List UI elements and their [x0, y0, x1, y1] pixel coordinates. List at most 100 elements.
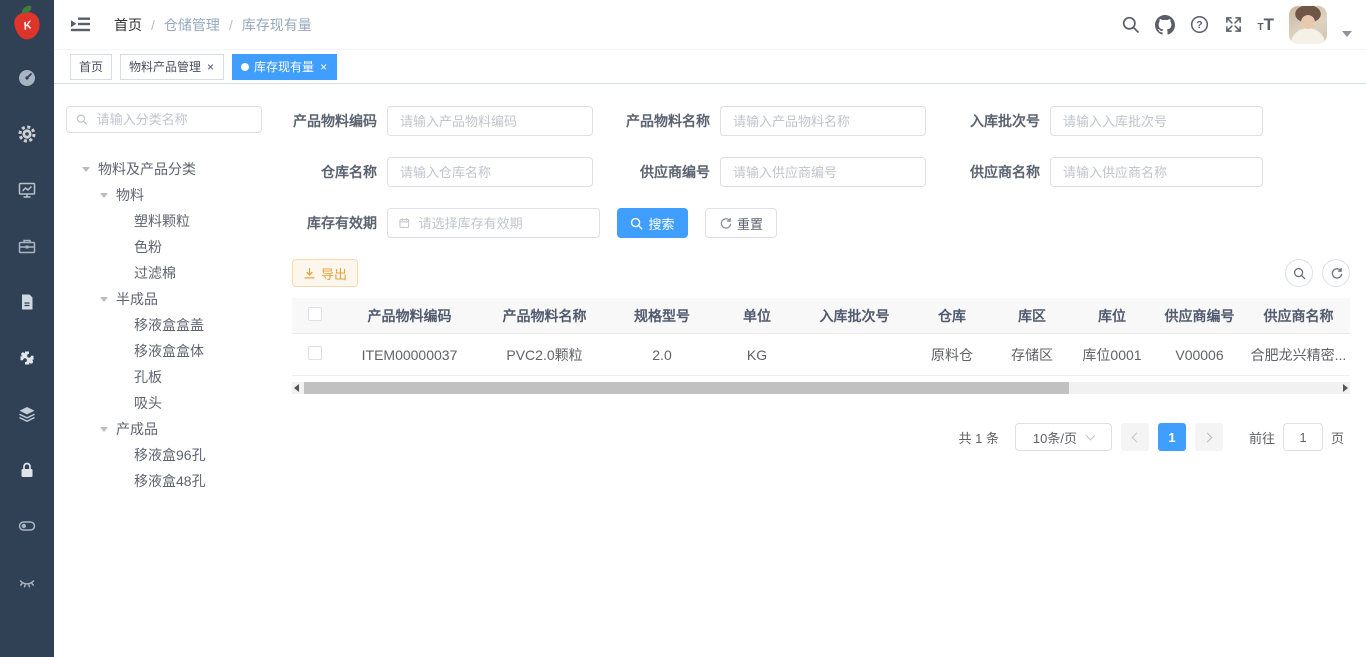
filter-input-name[interactable]: [731, 113, 915, 130]
sidebar-item-monitor[interactable]: [0, 162, 54, 218]
tree-item-root[interactable]: 物料及产品分类: [66, 156, 278, 182]
current-page-button[interactable]: 1: [1158, 423, 1186, 451]
caret-down-icon[interactable]: [1342, 31, 1352, 37]
tree-item[interactable]: 移液盒96孔: [66, 442, 278, 468]
work-area: 产品物料编码 产品物料名称 入库批次号 仓库名称 供应商编号 供应商名称 库: [278, 106, 1350, 657]
header-search-button[interactable]: [1121, 15, 1140, 34]
column-header[interactable]: 产品物料编码: [337, 306, 482, 326]
close-icon[interactable]: ×: [319, 61, 328, 73]
filter-input-supplier-code[interactable]: [731, 164, 915, 181]
github-link[interactable]: [1155, 15, 1175, 35]
tree-item-material[interactable]: 物料: [66, 182, 278, 208]
strawberry-logo-icon: K: [12, 9, 43, 41]
font-size-button[interactable]: TT: [1258, 16, 1275, 33]
prev-page-button[interactable]: [1121, 423, 1149, 451]
fullscreen-button[interactable]: [1224, 15, 1243, 34]
sidebar-item-briefcase[interactable]: [0, 218, 54, 274]
tree-item-label: 过滤棉: [134, 263, 176, 283]
tree-item-label: 色粉: [134, 237, 162, 257]
tree-item[interactable]: 孔板: [66, 364, 278, 390]
refresh-table-button[interactable]: [1322, 259, 1350, 287]
filter-label: 产品物料编码: [278, 111, 377, 131]
select-all-checkbox[interactable]: [308, 307, 322, 321]
filter-field-supplier-code: [720, 157, 926, 187]
tree-item[interactable]: 移液盒盒盖: [66, 312, 278, 338]
column-header[interactable]: 库区: [992, 306, 1072, 326]
sidebar-item-layers[interactable]: [0, 386, 54, 442]
tab-home[interactable]: 首页: [70, 54, 112, 80]
search-icon: [1293, 267, 1306, 280]
page-size-select[interactable]: 10条/页: [1015, 423, 1112, 451]
tree-item[interactable]: 色粉: [66, 234, 278, 260]
breadcrumb-separator: /: [151, 17, 155, 33]
filter-input-batch[interactable]: [1061, 113, 1252, 130]
tree-item-semifinished[interactable]: 半成品: [66, 286, 278, 312]
sidebar-item-lock[interactable]: [0, 442, 54, 498]
search-icon: [1121, 15, 1140, 34]
sidebar-item-document[interactable]: [0, 274, 54, 330]
active-dot-icon: [241, 63, 249, 71]
filter-input-warehouse[interactable]: [398, 164, 582, 181]
tree-item[interactable]: 移液盒48孔: [66, 468, 278, 494]
scroll-right-arrow-icon[interactable]: [1343, 384, 1348, 392]
briefcase-icon: [17, 236, 37, 256]
filter-input-supplier-name[interactable]: [1061, 164, 1252, 181]
cell-supplier-name: 合肥龙兴精密...: [1247, 345, 1350, 365]
horizontal-scrollbar[interactable]: [292, 382, 1350, 394]
top-navbar: 首页 / 仓储管理 / 库存现有量 ? TT: [54, 0, 1366, 50]
calendar-icon: [398, 216, 411, 230]
toggle-icon: [17, 516, 37, 536]
help-button[interactable]: ?: [1190, 15, 1209, 34]
sidebar-item-puzzle[interactable]: [0, 330, 54, 386]
goto-page-input[interactable]: [1283, 423, 1323, 451]
breadcrumb-warehouse: 仓储管理: [164, 15, 220, 35]
filter-input-code[interactable]: [398, 113, 582, 130]
filter-field-warehouse: [387, 157, 593, 187]
tree-search-input[interactable]: [95, 111, 252, 128]
column-header[interactable]: 单位: [717, 306, 797, 326]
close-icon[interactable]: ×: [206, 61, 215, 73]
breadcrumb-current: 库存现有量: [242, 15, 312, 35]
app-logo[interactable]: K: [0, 0, 54, 50]
sidebar-item-settings[interactable]: [0, 106, 54, 162]
results-section: 导出: [292, 259, 1350, 451]
column-header[interactable]: 供应商编号: [1152, 306, 1247, 326]
column-header[interactable]: 规格型号: [607, 306, 717, 326]
toggle-search-button[interactable]: [1285, 259, 1313, 287]
sidebar-item-toggle[interactable]: [0, 498, 54, 554]
scrollbar-thumb[interactable]: [304, 382, 1069, 394]
navbar-actions: ? TT: [1121, 6, 1353, 44]
row-checkbox[interactable]: [308, 346, 322, 360]
tree-item[interactable]: 移液盒盒体: [66, 338, 278, 364]
next-page-button[interactable]: [1195, 423, 1223, 451]
scroll-left-arrow-icon[interactable]: [294, 384, 299, 392]
search-button[interactable]: 搜索: [617, 208, 688, 238]
layers-icon: [17, 404, 37, 424]
column-header[interactable]: 产品物料名称: [482, 306, 607, 326]
tab-material-product[interactable]: 物料产品管理 ×: [120, 54, 224, 80]
column-header[interactable]: 库位: [1072, 306, 1152, 326]
column-header[interactable]: 仓库: [912, 306, 992, 326]
filter-input-expiry-date[interactable]: [417, 215, 589, 232]
export-button[interactable]: 导出: [292, 259, 358, 287]
tree-item-label: 移液盒盒体: [134, 341, 204, 361]
column-header[interactable]: 入库批次号: [797, 306, 912, 326]
sidebar-collapse-button[interactable]: [69, 15, 90, 34]
tab-label: 物料产品管理: [129, 58, 201, 75]
tree-item-label: 移液盒盒盖: [134, 315, 204, 335]
sidebar-item-eye-rest[interactable]: [0, 554, 54, 610]
sidebar-item-dashboard[interactable]: [0, 50, 54, 106]
tree-search-box: [66, 106, 262, 133]
reset-button[interactable]: 重置: [705, 208, 777, 238]
select-all-cell: [292, 307, 337, 324]
tab-inventory-onhand[interactable]: 库存现有量 ×: [232, 54, 337, 80]
breadcrumb-home[interactable]: 首页: [114, 15, 142, 35]
tree-item[interactable]: 过滤棉: [66, 260, 278, 286]
dashboard-icon: [17, 68, 37, 88]
user-avatar[interactable]: [1289, 6, 1327, 44]
table-row[interactable]: ITEM00000037 PVC2.0颗粒 2.0 KG 原料仓 存储区 库位0…: [292, 334, 1350, 376]
tree-item-finished[interactable]: 产成品: [66, 416, 278, 442]
tree-item[interactable]: 吸头: [66, 390, 278, 416]
column-header[interactable]: 供应商名称: [1247, 306, 1350, 326]
tree-item[interactable]: 塑料颗粒: [66, 208, 278, 234]
